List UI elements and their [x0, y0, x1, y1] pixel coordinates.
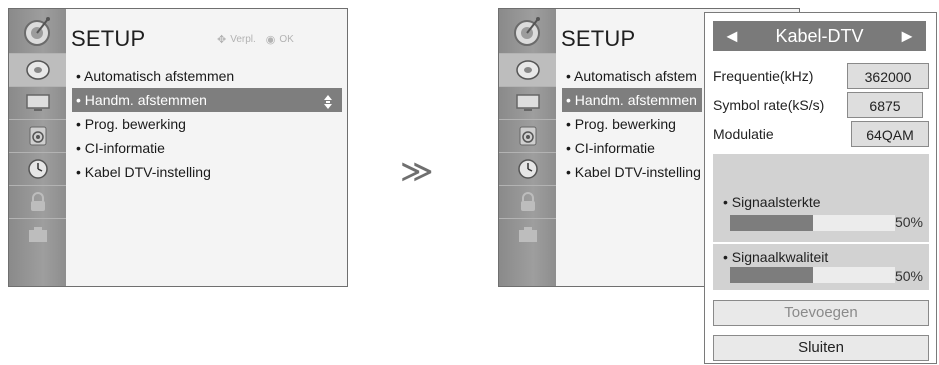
frequency-value[interactable]: 362000 — [847, 63, 929, 89]
dish-icon — [499, 9, 556, 53]
menu-item-auto-tuning[interactable]: • Automatisch afstem — [562, 64, 702, 88]
mode-selector[interactable]: ◄ Kabel-DTV ► — [713, 21, 926, 51]
navigation-hint: ✥ Verpl. ◉ OK — [217, 33, 294, 46]
symbol-rate-label: Symbol rate(kS/s) — [713, 97, 825, 113]
move-hint-label: Verpl. — [230, 34, 256, 45]
signal-strength-label: • Signaalsterkte — [723, 194, 821, 210]
add-button[interactable]: Toevoegen — [713, 300, 929, 326]
signal-strength-fill — [730, 215, 813, 231]
category-sidebar — [499, 9, 556, 286]
menu-item-auto-tuning[interactable]: • Automatisch afstemmen — [72, 64, 342, 88]
modulation-value[interactable]: 64QAM — [851, 121, 929, 147]
menu-item-manual-tuning[interactable]: • Handm. afstemmen — [562, 88, 702, 112]
signal-strength-bar — [730, 215, 895, 231]
mode-label: Kabel-DTV — [775, 25, 864, 46]
signal-strength-panel: • Signaalsterkte 50% — [713, 154, 929, 242]
input-icon[interactable] — [9, 218, 66, 251]
step-arrow: ≫ — [400, 153, 434, 189]
signal-quality-bar — [730, 267, 895, 283]
menu-item-program-edit[interactable]: • Prog. bewerking — [562, 112, 702, 136]
next-arrow-icon[interactable]: ► — [898, 26, 916, 47]
menu-item-ci-info[interactable]: • CI-informatie — [562, 136, 702, 160]
signal-quality-label: • Signaalkwaliteit — [723, 249, 829, 265]
frequency-row: Frequentie(kHz) 362000 — [713, 63, 929, 89]
menu-title: SETUP — [561, 26, 636, 51]
ok-icon: ◉ — [265, 34, 276, 46]
disc-icon[interactable] — [499, 53, 556, 86]
dish-icon — [9, 9, 66, 53]
ok-hint-label: OK — [279, 34, 294, 45]
symbol-rate-row: Symbol rate(kS/s) 6875 — [713, 92, 929, 118]
menu-item-cable-dtv[interactable]: • Kabel DTV-instelling — [562, 160, 702, 184]
signal-quality-fill — [730, 267, 813, 283]
speaker-icon[interactable] — [499, 119, 556, 152]
manual-tuning-popup: ◄ Kabel-DTV ► Frequentie(kHz) 362000 Sym… — [704, 12, 937, 364]
close-button[interactable]: Sluiten — [713, 335, 929, 361]
menu-item-manual-tuning[interactable]: • Handm. afstemmen — [72, 88, 342, 112]
category-sidebar — [9, 9, 66, 286]
move-arrows-icon: ✥ — [217, 34, 227, 46]
signal-quality-panel: • Signaalkwaliteit 50% — [713, 244, 929, 290]
modulation-label: Modulatie — [713, 126, 774, 142]
setup-menu-left: SETUP ✥ Verpl. ◉ OK • Automatisch afstem… — [8, 8, 348, 287]
modulation-row: Modulatie 64QAM — [713, 121, 929, 147]
input-icon[interactable] — [499, 218, 556, 251]
frequency-label: Frequentie(kHz) — [713, 68, 814, 84]
setup-item-list: • Automatisch afstemmen • Handm. afstemm… — [72, 64, 342, 184]
menu-title: SETUP — [71, 26, 146, 51]
lock-icon[interactable] — [499, 185, 556, 218]
disc-icon[interactable] — [9, 53, 66, 86]
monitor-icon[interactable] — [499, 86, 556, 119]
menu-item-cable-dtv[interactable]: • Kabel DTV-instelling — [72, 160, 342, 184]
clock-icon[interactable] — [9, 152, 66, 185]
lock-icon[interactable] — [9, 185, 66, 218]
signal-strength-percent: 50% — [894, 214, 923, 230]
clock-icon[interactable] — [499, 152, 556, 185]
prev-arrow-icon[interactable]: ◄ — [723, 26, 741, 47]
monitor-icon[interactable] — [9, 86, 66, 119]
signal-quality-percent: 50% — [894, 268, 923, 284]
menu-item-ci-info[interactable]: • CI-informatie — [72, 136, 342, 160]
setup-item-list: • Automatisch afstem • Handm. afstemmen … — [562, 64, 702, 184]
speaker-icon[interactable] — [9, 119, 66, 152]
menu-item-label: • Handm. afstemmen — [76, 92, 207, 108]
symbol-rate-value[interactable]: 6875 — [847, 92, 923, 118]
menu-item-program-edit[interactable]: • Prog. bewerking — [72, 112, 342, 136]
